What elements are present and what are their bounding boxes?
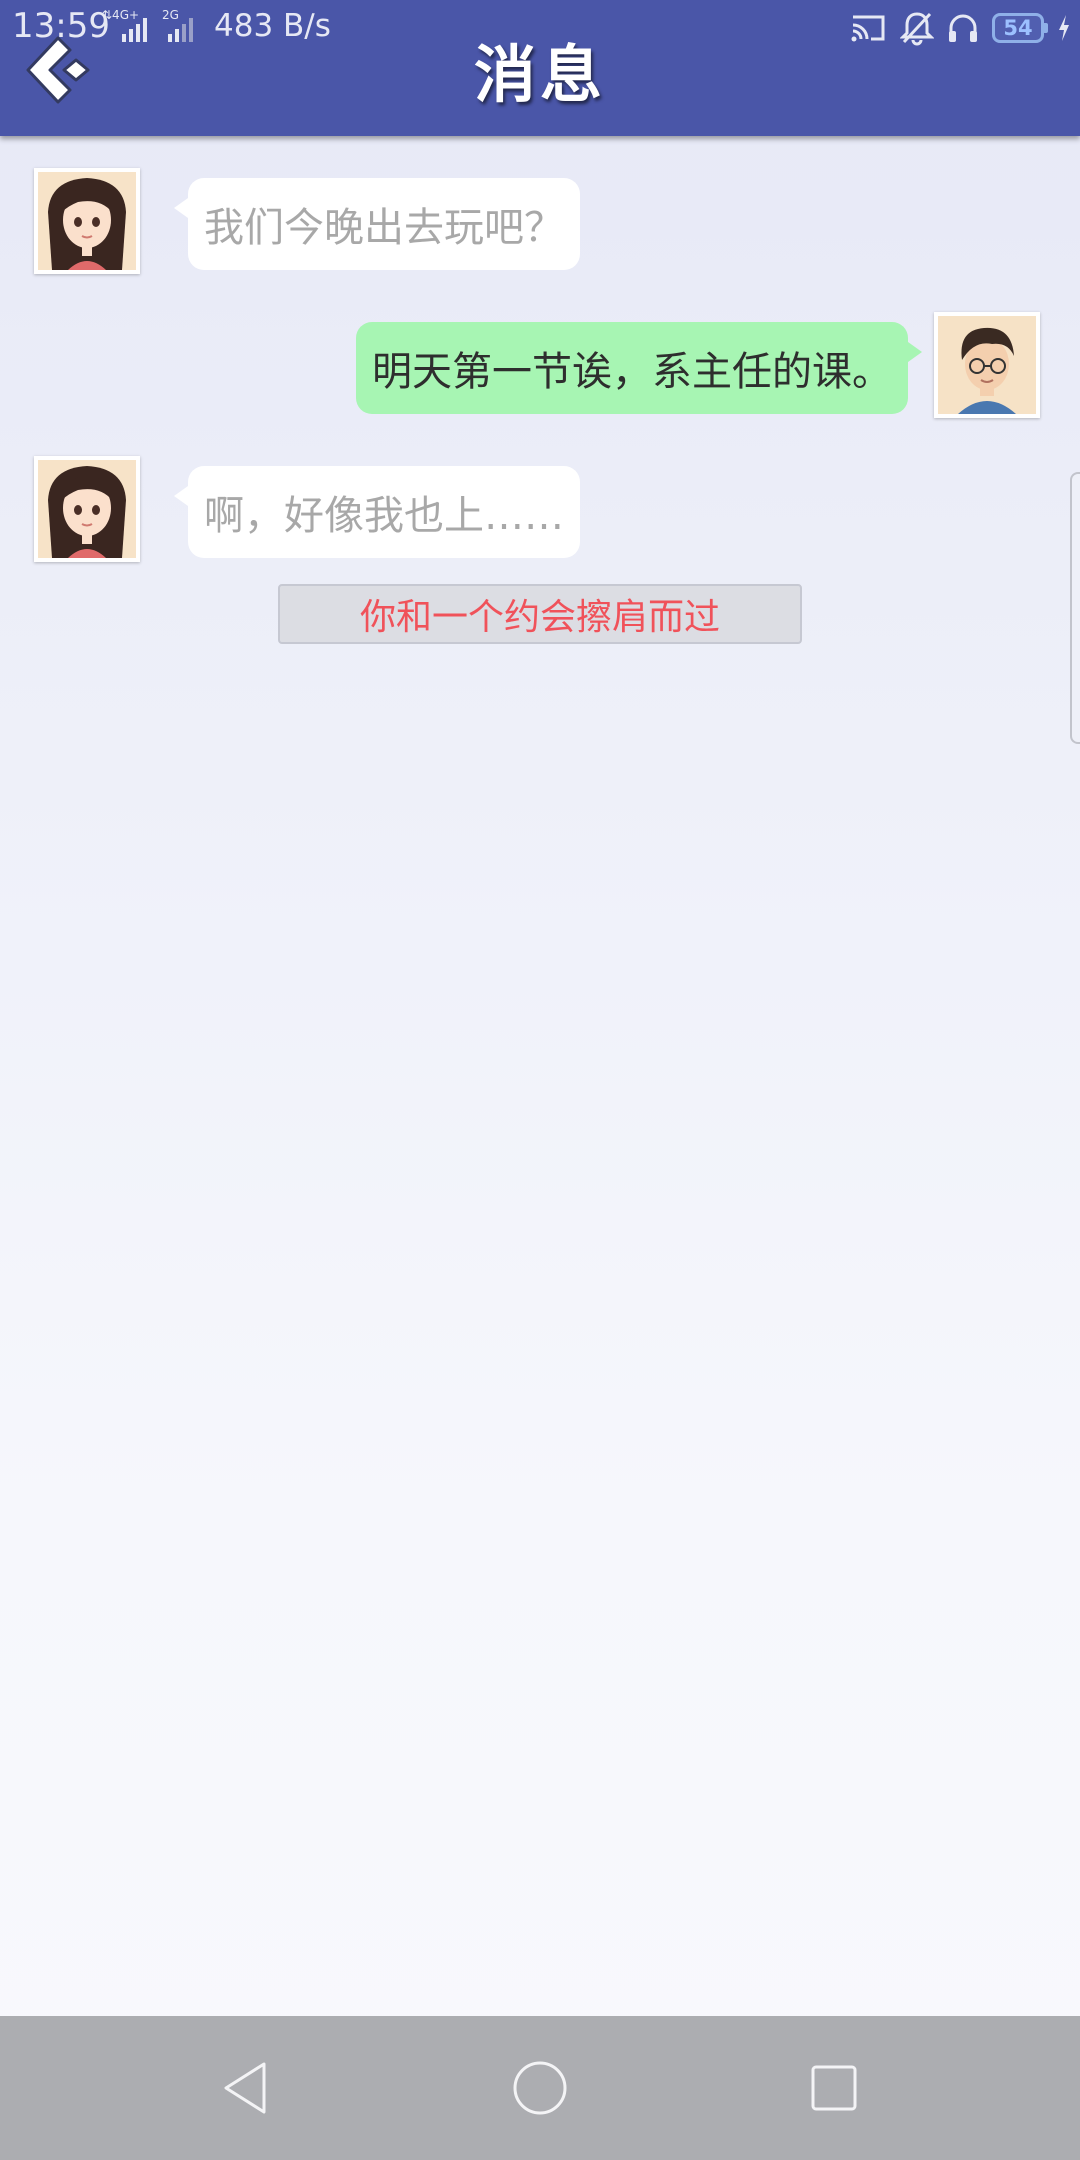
girl-avatar[interactable]	[34, 456, 140, 562]
page-title: 消息	[473, 38, 606, 111]
triangle-back-icon[interactable]	[214, 2056, 278, 2120]
system-notice: 你和一个约会擦肩而过	[278, 584, 802, 644]
message-bubble-incoming[interactable]: 啊，好像我也上……	[174, 466, 580, 558]
boy-avatar[interactable]	[934, 312, 1040, 418]
square-recent-icon[interactable]	[802, 2056, 866, 2120]
svg-text:⇅4G+: ⇅4G+	[102, 8, 139, 22]
svg-text:2G: 2G	[162, 8, 179, 22]
girl-avatar[interactable]	[34, 168, 140, 274]
message-text: 我们今晚出去玩吧？	[204, 205, 564, 251]
message-text: 啊，好像我也上……	[204, 493, 564, 539]
message-text: 明天第一节诶，系主任的课。	[372, 349, 892, 395]
system-nav-bar	[0, 2016, 1080, 2160]
message-bubble-outgoing[interactable]: 明天第一节诶，系主任的课。	[356, 322, 922, 414]
circle-home-icon[interactable]	[508, 2056, 572, 2120]
side-drawer-handle[interactable]	[1070, 472, 1080, 744]
app-header: 13:59 ⇅4G+ 2G 483 B/s 54 消息	[0, 0, 1080, 136]
message-bubble-incoming[interactable]: 我们今晚出去玩吧？	[174, 178, 580, 270]
